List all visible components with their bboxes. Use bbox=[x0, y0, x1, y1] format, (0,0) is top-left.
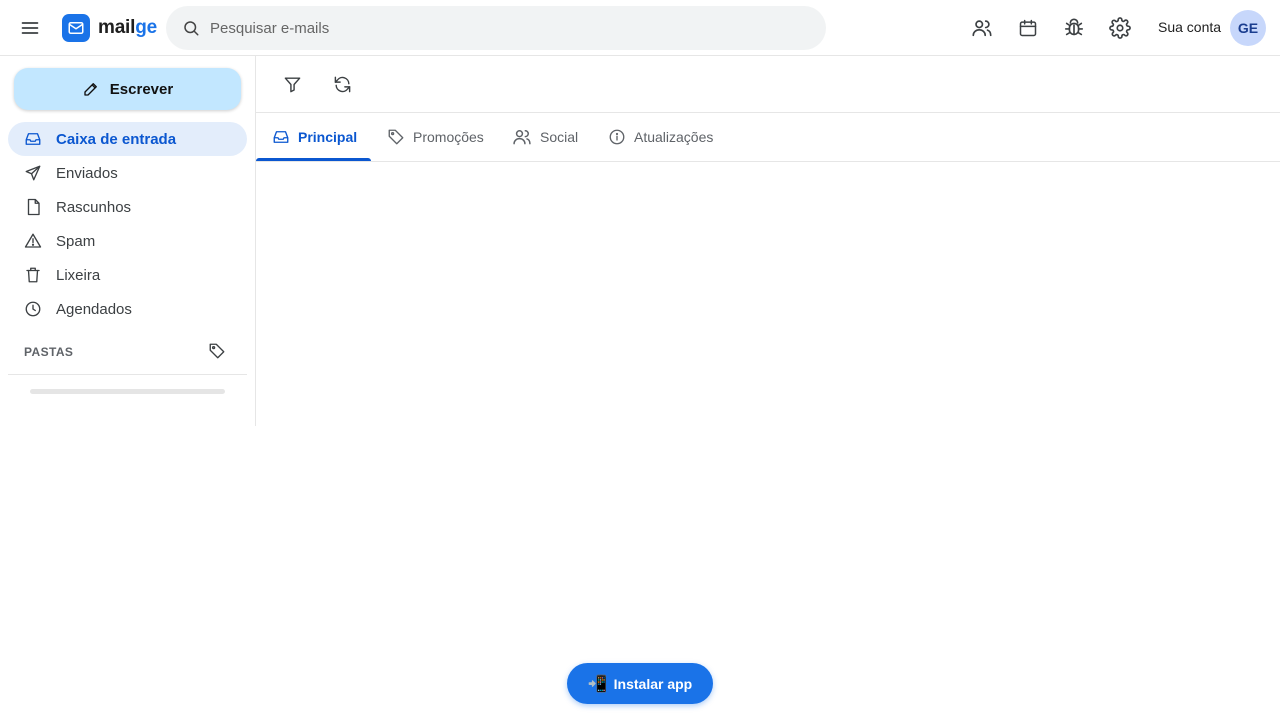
tab-promocoes[interactable]: Promoções bbox=[387, 113, 484, 161]
people-icon bbox=[513, 130, 531, 145]
filter-icon bbox=[284, 76, 300, 92]
contacts-icon bbox=[972, 20, 992, 37]
clock-icon bbox=[24, 300, 42, 318]
app-logo[interactable]: mailge bbox=[62, 14, 157, 42]
pencil-icon bbox=[84, 83, 97, 96]
sidebar-item-label: Spam bbox=[56, 232, 96, 250]
calendar-icon bbox=[1019, 19, 1037, 37]
tag-icon bbox=[209, 343, 225, 359]
compose-label: Escrever bbox=[109, 80, 174, 98]
add-folder-button[interactable] bbox=[206, 340, 228, 362]
sidebar-item-label: Caixa de entrada bbox=[56, 130, 177, 148]
settings-button[interactable] bbox=[1104, 12, 1136, 44]
folders-heading: PASTAS bbox=[24, 345, 74, 359]
sidebar-item-label: Lixeira bbox=[56, 266, 101, 284]
bug-report-button[interactable] bbox=[1058, 12, 1090, 44]
sidebar-item-spam[interactable]: Spam bbox=[8, 224, 247, 258]
tab-label: Atualizações bbox=[634, 129, 714, 145]
sidebar: Escrever Caixa de entrada Enviados Rascu… bbox=[0, 56, 256, 426]
top-bar: mailge Sua conta GE bbox=[0, 0, 1280, 56]
sidebar-item-sent[interactable]: Enviados bbox=[8, 156, 247, 190]
folders-loading-placeholder bbox=[30, 389, 225, 394]
filter-button[interactable] bbox=[276, 68, 308, 100]
inbox-icon bbox=[273, 131, 289, 143]
contacts-button[interactable] bbox=[966, 12, 998, 44]
sidebar-item-label: Rascunhos bbox=[56, 198, 132, 216]
sidebar-item-scheduled[interactable]: Agendados bbox=[8, 292, 247, 326]
tab-label: Principal bbox=[298, 129, 358, 145]
main-menu-button[interactable] bbox=[14, 12, 46, 44]
hamburger-menu-icon bbox=[21, 22, 39, 34]
refresh-icon bbox=[334, 76, 350, 92]
active-tab-indicator bbox=[256, 158, 371, 161]
sidebar-item-label: Agendados bbox=[56, 300, 132, 318]
send-icon bbox=[24, 164, 42, 182]
inbox-icon bbox=[24, 130, 42, 148]
sidebar-item-label: Enviados bbox=[56, 164, 118, 182]
tab-principal[interactable]: Principal bbox=[272, 113, 357, 161]
trash-icon bbox=[24, 266, 42, 284]
app-name: mailge bbox=[98, 17, 157, 38]
tag-icon bbox=[388, 129, 404, 145]
refresh-button[interactable] bbox=[326, 68, 358, 100]
compose-button[interactable]: Escrever bbox=[14, 68, 241, 110]
info-icon bbox=[609, 129, 625, 145]
account-label[interactable]: Sua conta bbox=[1158, 19, 1221, 35]
mail-logo-icon bbox=[62, 14, 90, 42]
draft-icon bbox=[24, 198, 42, 216]
avatar[interactable]: GE bbox=[1230, 10, 1266, 46]
mobile-install-icon: 📲 bbox=[587, 675, 608, 693]
search-bar[interactable] bbox=[166, 6, 826, 50]
mail-toolbar bbox=[256, 56, 1280, 113]
install-app-button[interactable]: 📲 Instalar app bbox=[567, 663, 713, 704]
bug-icon bbox=[1064, 18, 1084, 36]
search-input[interactable] bbox=[210, 19, 790, 37]
sidebar-item-drafts[interactable]: Rascunhos bbox=[8, 190, 247, 224]
tab-label: Social bbox=[540, 129, 579, 145]
category-tabs: Principal Promoções Social Atualizações bbox=[256, 113, 1280, 162]
install-app-label: Instalar app bbox=[613, 675, 693, 692]
sidebar-item-inbox[interactable]: Caixa de entrada bbox=[8, 122, 247, 156]
settings-icon bbox=[1109, 17, 1131, 39]
calendar-button[interactable] bbox=[1012, 12, 1044, 44]
sidebar-item-trash[interactable]: Lixeira bbox=[8, 258, 247, 292]
warning-icon bbox=[24, 232, 42, 250]
tab-social[interactable]: Social bbox=[512, 113, 578, 161]
divider bbox=[8, 374, 247, 375]
search-icon bbox=[184, 21, 199, 36]
tab-atualizacoes[interactable]: Atualizações bbox=[608, 113, 713, 161]
tab-label: Promoções bbox=[413, 129, 484, 145]
